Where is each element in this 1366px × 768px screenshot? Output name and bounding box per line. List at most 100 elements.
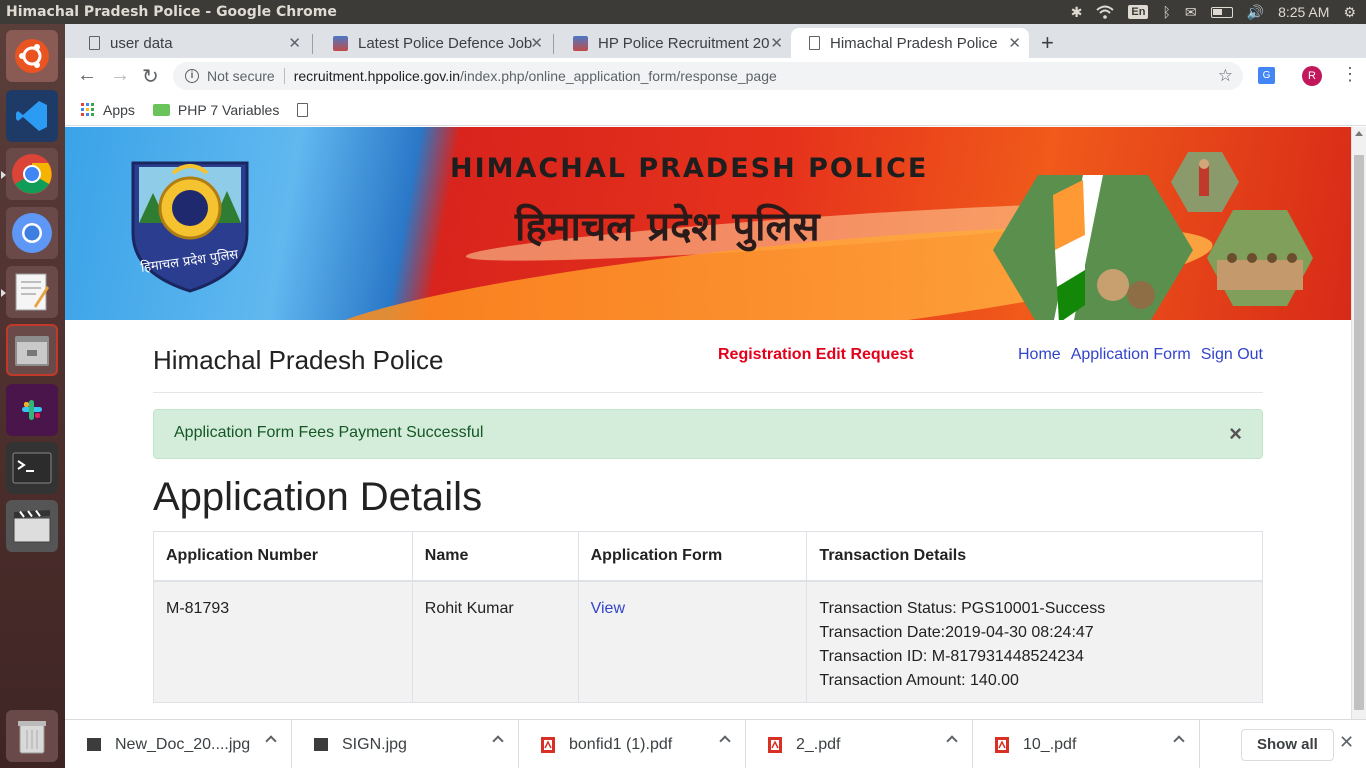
trash-icon[interactable] (6, 710, 58, 762)
chrome-icon[interactable] (1, 148, 58, 200)
tab-close-icon[interactable]: ✕ (288, 34, 301, 52)
pdf-file-icon (995, 736, 1009, 753)
column-header-application-number: Application Number (153, 531, 413, 582)
ubuntu-launcher (0, 24, 65, 768)
tab-title: Himachal Pradesh Police (830, 34, 998, 52)
info-icon[interactable]: i (185, 69, 199, 83)
alert-close-button[interactable]: × (1229, 421, 1242, 447)
files-icon[interactable] (6, 324, 58, 376)
download-item[interactable]: New_Doc_20....jpg (65, 720, 292, 768)
tab-hp-police-recruitment[interactable]: HP Police Recruitment 20 ✕ (555, 28, 791, 58)
bookmark-label: Apps (103, 101, 135, 118)
banner-parade-photo-small (1171, 152, 1239, 212)
bluetooth-icon[interactable]: ᛒ (1162, 4, 1170, 20)
apps-grid-icon (81, 103, 94, 116)
close-download-shelf-icon[interactable]: ✕ (1339, 732, 1354, 753)
page-title: Application Details (153, 475, 483, 519)
tab-latest-police-jobs[interactable]: Latest Police Defence Job ✕ (315, 28, 551, 58)
mail-icon[interactable]: ✉ (1185, 4, 1197, 21)
cell-application-form: View (577, 580, 808, 703)
battery-icon[interactable] (1210, 6, 1233, 18)
profile-avatar[interactable]: R (1302, 66, 1322, 86)
image-file-icon (87, 737, 101, 751)
transaction-amount: Transaction Amount: 140.00 (819, 671, 1019, 689)
page-scrollbar[interactable] (1351, 127, 1366, 719)
registration-edit-request-link[interactable]: Registration Edit Request (718, 346, 914, 364)
download-item[interactable]: 2_.pdf (746, 720, 973, 768)
site-favicon-icon (573, 35, 588, 51)
vscode-icon[interactable] (6, 90, 58, 142)
tab-close-icon[interactable]: ✕ (770, 34, 783, 52)
tab-title: HP Police Recruitment 20 (598, 34, 770, 52)
terminal-icon[interactable] (6, 442, 58, 494)
nav-application-form-link[interactable]: Application Form (1071, 346, 1191, 364)
column-header-transaction-details: Transaction Details (806, 531, 1263, 582)
site-brand[interactable]: Himachal Pradesh Police (153, 345, 443, 376)
keyboard-layout-indicator[interactable]: En (1128, 5, 1149, 19)
back-arrow-icon[interactable]: ← (77, 64, 97, 87)
site-navbar: Himachal Pradesh Police Registration Edi… (153, 327, 1263, 393)
chevron-up-icon[interactable] (719, 735, 731, 747)
slack-tray-icon[interactable]: ✱ (1071, 4, 1083, 21)
ubuntu-dash-icon[interactable] (6, 30, 58, 82)
slack-icon[interactable] (6, 384, 58, 436)
bookmarks-bar: Apps PHP 7 Variables (65, 94, 1366, 126)
url-path: /index.php/online_application_form/respo… (459, 68, 777, 84)
browser-toolbar: ← → ↻ i Not secure recruitment.hppolice.… (65, 58, 1366, 94)
transaction-date: Transaction Date:2019-04-30 08:24:47 (819, 623, 1094, 641)
nav-home-link[interactable]: Home (1018, 346, 1061, 364)
chromium-icon[interactable] (6, 207, 58, 259)
document-icon (809, 36, 820, 50)
bookmark-apps[interactable]: Apps (65, 102, 135, 118)
wifi-icon[interactable] (1096, 5, 1115, 19)
banner-title-english: HIMACHAL PRADESH POLICE (450, 153, 929, 184)
text-editor-icon[interactable] (1, 266, 58, 318)
transaction-id: Transaction ID: M-817931448524234 (819, 647, 1084, 665)
chevron-up-icon[interactable] (1173, 735, 1185, 747)
pdf-file-icon (541, 736, 555, 753)
scroll-up-arrow-icon[interactable] (1355, 131, 1363, 136)
tab-close-icon[interactable]: ✕ (1008, 34, 1021, 52)
download-item[interactable]: bonfid1 (1).pdf (519, 720, 746, 768)
download-filename: New_Doc_20....jpg (115, 735, 251, 753)
bookmark-php7-variables[interactable]: PHP 7 Variables (152, 102, 279, 118)
clock[interactable]: 8:25 AM (1278, 4, 1329, 20)
download-filename: SIGN.jpg (342, 735, 407, 753)
forward-arrow-icon[interactable]: → (110, 64, 130, 87)
transaction-status: Transaction Status: PGS10001-Success (819, 599, 1106, 617)
nav-links: Home Application Form Sign Out (1018, 346, 1263, 364)
bookmark-star-icon[interactable]: ☆ (1218, 66, 1233, 86)
chevron-up-icon[interactable] (265, 735, 277, 747)
download-filename: 10_.pdf (1023, 735, 1077, 753)
banner-parade-photo (1207, 210, 1313, 306)
translate-icon[interactable]: G (1258, 67, 1275, 84)
image-file-icon (314, 737, 328, 751)
document-icon (297, 102, 309, 117)
show-all-downloads-button[interactable]: Show all (1241, 729, 1334, 761)
scrollbar-thumb[interactable] (1354, 155, 1364, 710)
page-viewport: हिमाचल प्रदेश पुलिस HIMACHAL PRADESH POL… (65, 127, 1351, 719)
settings-gear-icon[interactable]: ⚙ (1343, 4, 1356, 21)
system-indicators: ✱ En ᛒ ✉ 🔊 8:25 AM ⚙ (1071, 4, 1366, 21)
table-row: M-81793 Rohit Kumar View Transaction Sta… (153, 580, 1263, 703)
view-form-link[interactable]: View (591, 600, 625, 617)
new-tab-button[interactable]: + (1041, 30, 1054, 56)
bookmark-untitled[interactable] (297, 102, 309, 117)
column-header-application-form: Application Form (577, 531, 808, 582)
table-header-row: Application Number Name Application Form… (153, 531, 1263, 582)
video-editor-icon[interactable] (6, 500, 58, 552)
tab-user-data[interactable]: user data ✕ (71, 28, 309, 58)
chevron-up-icon[interactable] (492, 735, 504, 747)
banner-flag-photo (993, 175, 1193, 320)
address-bar[interactable]: i Not secure recruitment.hppolice.gov.in… (173, 62, 1243, 90)
security-label[interactable]: Not secure (207, 68, 275, 84)
download-item[interactable]: SIGN.jpg (292, 720, 519, 768)
nav-sign-out-link[interactable]: Sign Out (1201, 346, 1263, 364)
volume-icon[interactable]: 🔊 (1247, 4, 1264, 21)
tab-himachal-pradesh-police[interactable]: Himachal Pradesh Police ✕ (791, 28, 1029, 58)
tab-close-icon[interactable]: ✕ (530, 34, 543, 52)
reload-icon[interactable]: ↻ (142, 64, 159, 89)
download-item[interactable]: 10_.pdf (973, 720, 1200, 768)
chrome-menu-icon[interactable]: ⋮ (1341, 64, 1359, 85)
chevron-up-icon[interactable] (946, 735, 958, 747)
